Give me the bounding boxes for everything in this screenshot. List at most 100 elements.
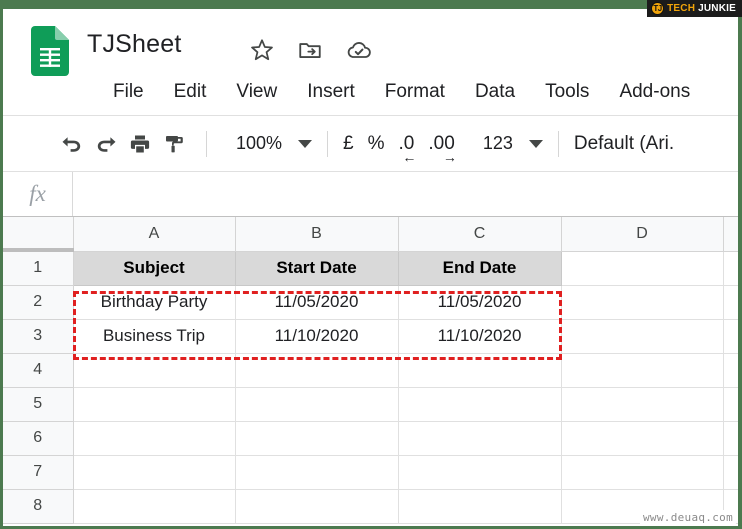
cell-d2[interactable]: [560, 284, 724, 320]
menu-item-tools[interactable]: Tools: [545, 81, 589, 103]
cell-a6[interactable]: [72, 420, 236, 456]
zoom-selector[interactable]: 100%: [236, 133, 313, 154]
site-watermark: www.deuaq.com: [640, 510, 736, 525]
cell-a1[interactable]: Subject: [72, 250, 236, 286]
row-header-5[interactable]: 5: [3, 386, 74, 422]
menu-item-insert[interactable]: Insert: [307, 81, 355, 103]
cell-c3[interactable]: 11/10/2020: [397, 318, 562, 354]
menu-item-add-ons[interactable]: Add-ons: [619, 81, 690, 103]
google-sheets-window: TJ TECH JUNKIE TJSheet File Edit View In…: [0, 0, 742, 529]
cloud-saved-icon[interactable]: [345, 37, 373, 63]
redo-icon[interactable]: [89, 127, 123, 161]
table-row: 4: [3, 352, 738, 388]
fx-icon: fx: [3, 172, 73, 216]
cell-e7[interactable]: [722, 454, 738, 490]
spreadsheet-grid: A B C D 1 Subject Start Date End Date 2 …: [3, 217, 738, 526]
menu-item-view[interactable]: View: [236, 81, 277, 103]
menu-item-edit[interactable]: Edit: [174, 81, 207, 103]
print-icon[interactable]: [123, 127, 157, 161]
cell-b6[interactable]: [234, 420, 399, 456]
cell-d6[interactable]: [560, 420, 724, 456]
toolbar: 100% £ % .0 ← .00 → 123 Default (Ari.: [3, 116, 738, 172]
cell-c1[interactable]: End Date: [397, 250, 562, 286]
cell-c2[interactable]: 11/05/2020: [397, 284, 562, 320]
brand-name-secondary: JUNKIE: [698, 3, 736, 14]
chevron-down-icon-2: [528, 139, 543, 148]
arrow-right-icon: →: [442, 148, 457, 165]
more-formats-button[interactable]: 123: [483, 133, 543, 154]
row-header-6[interactable]: 6: [3, 420, 74, 456]
chevron-down-icon: [298, 139, 313, 148]
menu-bar: File Edit View Insert Format Data Tools …: [113, 81, 690, 103]
column-header-c[interactable]: C: [397, 217, 562, 252]
row-header-1[interactable]: 1: [3, 250, 74, 286]
cell-c4[interactable]: [397, 352, 562, 388]
document-title[interactable]: TJSheet: [87, 30, 182, 59]
cell-a3[interactable]: Business Trip: [72, 318, 236, 354]
window-top-accent-bar: [0, 0, 742, 9]
select-all-corner[interactable]: [3, 217, 74, 252]
google-sheets-icon[interactable]: [31, 26, 69, 76]
cell-a5[interactable]: [72, 386, 236, 422]
cell-b8[interactable]: [234, 488, 399, 524]
cell-b5[interactable]: [234, 386, 399, 422]
cell-d7[interactable]: [560, 454, 724, 490]
techjunkie-badge-icon: TJ: [651, 2, 665, 15]
cell-e2[interactable]: [722, 284, 738, 320]
currency-format-button[interactable]: £: [343, 133, 354, 155]
cell-b2[interactable]: 11/05/2020: [234, 284, 399, 320]
toolbar-divider: [206, 130, 207, 157]
techjunkie-logo: TJ TECH JUNKIE: [647, 0, 742, 17]
column-header-e[interactable]: [722, 217, 738, 252]
menu-item-format[interactable]: Format: [385, 81, 445, 103]
increase-decimal-button[interactable]: .00 →: [428, 133, 456, 164]
cell-d1[interactable]: [560, 250, 724, 286]
cell-b7[interactable]: [234, 454, 399, 490]
cell-d5[interactable]: [560, 386, 724, 422]
move-to-folder-icon[interactable]: [297, 37, 323, 63]
cell-a8[interactable]: [72, 488, 236, 524]
cell-e5[interactable]: [722, 386, 738, 422]
more-formats-label: 123: [482, 133, 513, 153]
column-header-b[interactable]: B: [234, 217, 399, 252]
cell-e1[interactable]: [722, 250, 738, 286]
column-header-a[interactable]: A: [72, 217, 236, 252]
cell-c5[interactable]: [397, 386, 562, 422]
row-header-4[interactable]: 4: [3, 352, 74, 388]
cell-c8[interactable]: [397, 488, 562, 524]
row-header-8[interactable]: 8: [3, 488, 74, 524]
arrow-left-icon: ←: [402, 148, 417, 165]
cell-e6[interactable]: [722, 420, 738, 456]
column-header-d[interactable]: D: [560, 217, 724, 252]
formula-input[interactable]: [73, 172, 738, 216]
cell-b1[interactable]: Start Date: [234, 250, 399, 286]
star-icon[interactable]: [249, 37, 275, 63]
cell-d4[interactable]: [560, 352, 724, 388]
row-header-2[interactable]: 2: [3, 284, 74, 320]
row-header-3[interactable]: 3: [3, 318, 74, 354]
table-row: 3 Business Trip 11/10/2020 11/10/2020: [3, 318, 738, 354]
cell-e3[interactable]: [722, 318, 738, 354]
decrease-decimal-button[interactable]: .0 ←: [399, 133, 417, 164]
cell-b3[interactable]: 11/10/2020: [234, 318, 399, 354]
table-row: 1 Subject Start Date End Date: [3, 250, 738, 286]
cell-b4[interactable]: [234, 352, 399, 388]
menu-item-file[interactable]: File: [113, 81, 144, 103]
cell-e4[interactable]: [722, 352, 738, 388]
font-family-selector[interactable]: Default (Ari.: [574, 133, 674, 155]
column-header-row: A B C D: [3, 217, 738, 252]
undo-icon[interactable]: [55, 127, 89, 161]
percent-format-button[interactable]: %: [368, 133, 385, 155]
cell-c7[interactable]: [397, 454, 562, 490]
sheet-table: A B C D 1 Subject Start Date End Date 2 …: [3, 217, 738, 524]
cell-a2[interactable]: Birthday Party: [72, 284, 236, 320]
document-title-actions: [249, 37, 373, 63]
menu-item-data[interactable]: Data: [475, 81, 515, 103]
cell-a7[interactable]: [72, 454, 236, 490]
row-header-7[interactable]: 7: [3, 454, 74, 490]
table-row: 2 Birthday Party 11/05/2020 11/05/2020: [3, 284, 738, 320]
paint-format-icon[interactable]: [157, 127, 191, 161]
cell-a4[interactable]: [72, 352, 236, 388]
cell-c6[interactable]: [397, 420, 562, 456]
cell-d3[interactable]: [560, 318, 724, 354]
